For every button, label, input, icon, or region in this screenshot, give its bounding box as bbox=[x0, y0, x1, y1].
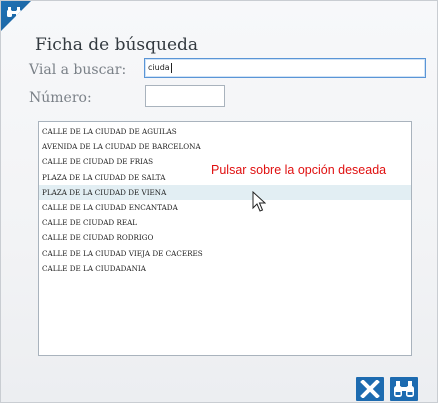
close-icon bbox=[360, 380, 380, 398]
result-item[interactable]: AVENIDA DE LA CIUDAD DE BARCELONA bbox=[39, 139, 411, 154]
search-button[interactable] bbox=[390, 377, 418, 401]
hint-text: Pulsar sobre la opción deseada bbox=[211, 163, 387, 177]
result-item[interactable]: CALLE DE LA CIUDAD DE AGUILAS bbox=[39, 124, 411, 139]
result-item[interactable]: CALLE DE CIUDAD REAL bbox=[39, 215, 411, 230]
result-item[interactable]: CALLE DE LA CIUDAD VIEJA DE CACERES bbox=[39, 246, 411, 261]
result-item[interactable]: CALLE DE LA CIUDAD ENCANTADA bbox=[39, 200, 411, 215]
dialog-title: Ficha de búsqueda bbox=[35, 35, 199, 55]
close-button[interactable] bbox=[356, 377, 384, 401]
vial-label: Vial a buscar: bbox=[29, 62, 127, 78]
corner-badge bbox=[1, 1, 31, 31]
numero-input[interactable] bbox=[145, 85, 225, 107]
result-item[interactable]: CALLE DE LA CIUDADANIA bbox=[39, 261, 411, 276]
text-caret bbox=[170, 62, 172, 73]
results-list[interactable]: CALLE DE LA CIUDAD DE AGUILAS AVENIDA DE … bbox=[38, 121, 412, 356]
numero-label: Número: bbox=[29, 90, 92, 106]
result-item[interactable]: PLAZA DE LA CIUDAD DE VIENA bbox=[39, 184, 411, 200]
result-item[interactable]: CALLE DE CIUDAD RODRIGO bbox=[39, 230, 411, 245]
binoculars-icon bbox=[7, 7, 21, 17]
vial-search-input[interactable]: ciuda bbox=[144, 58, 426, 78]
mouse-pointer-icon bbox=[252, 191, 266, 212]
search-dialog: Ficha de búsqueda Vial a buscar: ciuda N… bbox=[0, 0, 438, 403]
vial-search-value: ciuda bbox=[148, 63, 170, 72]
binoculars-icon bbox=[394, 381, 414, 397]
results-items: CALLE DE LA CIUDAD DE AGUILAS AVENIDA DE … bbox=[39, 122, 411, 276]
